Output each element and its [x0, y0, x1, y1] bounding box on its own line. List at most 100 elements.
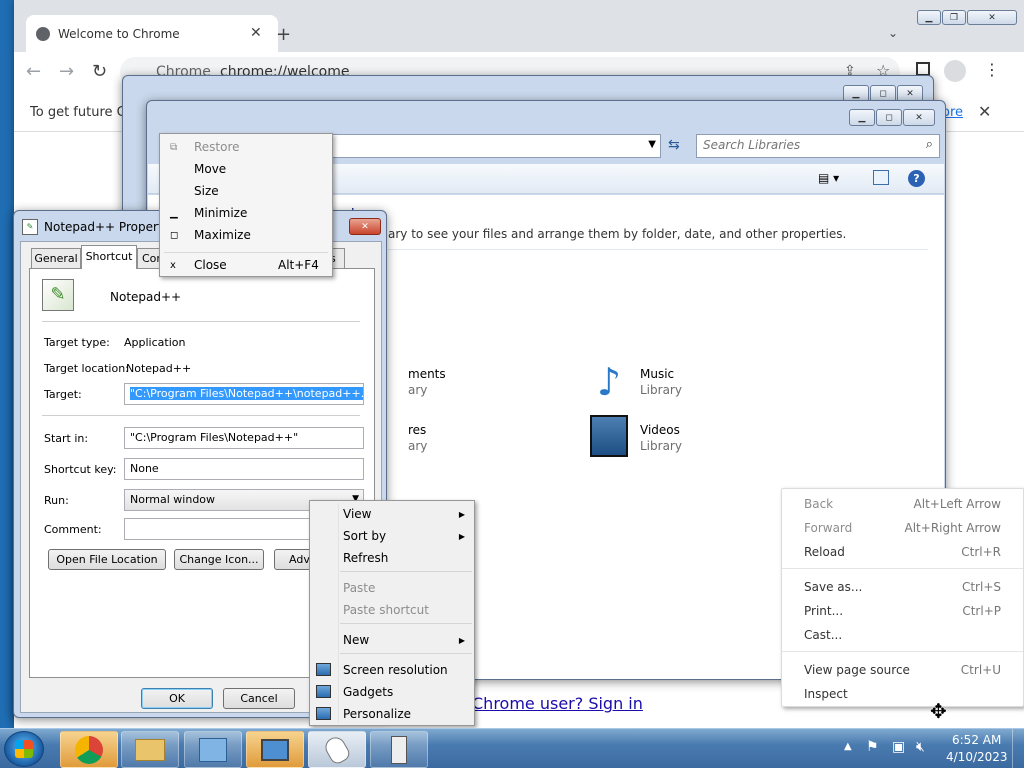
taskbar-notepadpp[interactable] [370, 731, 428, 768]
chrome-close-icon[interactable]: ✕ [967, 10, 1017, 25]
chrome-reload-icon[interactable]: ↻ [92, 61, 107, 82]
desktop-menu-item-label: Screen resolution [343, 663, 448, 677]
chrome-profile-icon[interactable] [944, 60, 966, 82]
desktop-menu-item-paste-shortcut[interactable]: Paste shortcut [310, 599, 474, 621]
desktop-menu-item-screen-resolution[interactable]: Screen resolution [310, 659, 474, 681]
desktop-menu-item-refresh[interactable]: Refresh [310, 547, 474, 569]
tab-general[interactable]: General [31, 248, 81, 268]
notepadpp-icon: ✎ [42, 279, 74, 311]
system-menu-item-size[interactable]: Size [160, 180, 332, 202]
tray-action-center-icon[interactable]: ⚑ [866, 739, 879, 755]
menu-separator [340, 571, 472, 572]
chrome-new-tab-icon[interactable]: + [276, 24, 291, 45]
preview-pane-icon[interactable] [873, 170, 889, 185]
system-menu-item-close[interactable]: x Close Alt+F4 [160, 254, 332, 276]
system-menu-item-label: Size [194, 184, 219, 198]
dialog-close-icon[interactable]: ✕ [349, 218, 381, 235]
chrome-menu-icon[interactable]: ⋮ [984, 60, 1000, 79]
help-icon[interactable]: ? [908, 170, 925, 187]
divider [42, 415, 360, 416]
open-file-location-button[interactable]: Open File Location [48, 549, 166, 570]
chrome-tab-title: Welcome to Chrome [58, 27, 180, 41]
gadgets-icon [316, 685, 331, 698]
library-item-name: Music [640, 367, 675, 381]
chrome-infobar-close-icon[interactable]: ✕ [978, 102, 991, 121]
chrome-signin-link[interactable]: Chrome user? Sign in [472, 694, 643, 713]
search-input[interactable] [703, 138, 903, 152]
library-item-type: Library [640, 383, 682, 397]
desktop-menu-item-new[interactable]: New ▶ [310, 629, 474, 651]
desktop-menu-item-label: Personalize [343, 707, 412, 721]
view-options-icon[interactable]: ▤ ▾ [818, 171, 839, 185]
library-item-name: Videos [640, 423, 680, 437]
clock-date[interactable]: 4/10/2023 [946, 750, 1008, 764]
ok-button[interactable]: OK [141, 688, 213, 709]
system-menu-item-restore[interactable]: ⧉ Restore [160, 136, 332, 158]
taskbar: ▲ ⚑ ▣ 🔇︎ 6:52 AM 4/10/2023 [0, 728, 1024, 768]
chevron-down-icon[interactable]: ▼ [648, 139, 656, 150]
menu-separator [782, 568, 1023, 569]
submenu-arrow-icon: ▶ [458, 635, 465, 645]
explorer-search-box[interactable]: ⌕ [696, 134, 940, 158]
desktop-menu-item-sort-by[interactable]: Sort by ▶ [310, 525, 474, 547]
chrome-tab[interactable]: Welcome to Chrome ✕ [26, 15, 278, 52]
maximize-icon[interactable]: ◻ [876, 109, 902, 126]
library-item-documents[interactable]: ments ary [408, 365, 528, 405]
tray-network-icon[interactable]: ▣ [892, 739, 905, 755]
chrome-menu-item-forward[interactable]: Forward Alt+Right Arrow [782, 517, 1023, 539]
library-item-name: ments [408, 367, 446, 381]
target-field-value: "C:\Program Files\Notepad++\notepad++.ex… [130, 387, 363, 400]
chrome-tab-search-icon[interactable]: ⌄ [888, 26, 898, 40]
chrome-menu-item-view-page-source[interactable]: View page source Ctrl+U [782, 659, 1023, 681]
tray-show-hidden-icon[interactable]: ▲ [844, 741, 852, 752]
system-menu-item-maximize[interactable]: ◻ Maximize [160, 224, 332, 246]
taskbar-chrome[interactable] [60, 731, 118, 768]
taskbar-display[interactable] [246, 731, 304, 768]
shortcut-key-field[interactable]: None [124, 458, 364, 480]
chrome-menu-item-label: View page source [804, 663, 910, 677]
chrome-menu-item-inspect[interactable]: Inspect [782, 683, 1023, 705]
library-item-videos[interactable]: Videos Library [586, 413, 746, 461]
taskbar-explorer[interactable] [121, 731, 179, 768]
tray-volume-muted-icon[interactable]: 🔇︎ [916, 739, 925, 755]
clock-time[interactable]: 6:52 AM [952, 733, 1001, 747]
cancel-button[interactable]: Cancel [223, 688, 295, 709]
chrome-minimize-icon[interactable]: ▁ [917, 10, 941, 25]
chrome-menu-item-shortcut: Ctrl+U [960, 663, 1001, 677]
change-icon-button[interactable]: Change Icon... [174, 549, 264, 570]
taskbar-control-panel[interactable] [184, 731, 242, 768]
show-desktop-button[interactable] [1012, 729, 1024, 768]
library-item-pictures[interactable]: res ary [408, 421, 528, 461]
system-menu-item-minimize[interactable]: ▁ Minimize [160, 202, 332, 224]
library-item-music[interactable]: ♪ Music Library [586, 359, 746, 407]
chrome-tab-close-icon[interactable]: ✕ [250, 25, 262, 41]
system-menu-item-move[interactable]: Move [160, 158, 332, 180]
chrome-menu-item-cast[interactable]: Cast... [782, 624, 1023, 646]
chrome-maximize-icon[interactable]: ❐ [942, 10, 966, 25]
chrome-sidepanel-icon[interactable] [916, 62, 930, 76]
desktop-menu-item-view[interactable]: View ▶ [310, 503, 474, 525]
chrome-menu-item-reload[interactable]: Reload Ctrl+R [782, 541, 1023, 563]
chrome-menu-item-print[interactable]: Print... Ctrl+P [782, 600, 1023, 622]
desktop-menu-item-personalize[interactable]: Personalize [310, 703, 474, 725]
chrome-infobar-text: To get future Go [30, 105, 135, 120]
library-item-type: ary [408, 439, 428, 453]
divider [42, 321, 360, 322]
minimize-icon[interactable]: ▁ [849, 109, 875, 126]
chrome-back-icon[interactable]: ← [26, 61, 41, 82]
desktop-menu-item-gadgets[interactable]: Gadgets [310, 681, 474, 703]
menu-glyph-icon: x [170, 259, 176, 271]
taskbar-mouse[interactable] [308, 731, 366, 768]
desktop[interactable]: Welcome to Chrome ✕ + ⌄ ▁ ❐ ✕ ← → ↻ Chro… [0, 0, 1024, 768]
desktop-menu-item-paste[interactable]: Paste [310, 577, 474, 599]
close-icon[interactable]: ✕ [903, 109, 935, 126]
target-field[interactable]: "C:\Program Files\Notepad++\notepad++.ex… [124, 383, 364, 405]
chrome-menu-item-save-as[interactable]: Save as... Ctrl+S [782, 576, 1023, 598]
tab-shortcut[interactable]: Shortcut [81, 245, 137, 269]
chrome-menu-item-back[interactable]: Back Alt+Left Arrow [782, 493, 1023, 515]
refresh-icon[interactable]: ⇆ [668, 137, 680, 153]
start-in-field[interactable]: "C:\Program Files\Notepad++" [124, 427, 364, 449]
music-icon: ♪ [596, 360, 622, 404]
chrome-forward-icon[interactable]: → [59, 61, 74, 82]
start-button[interactable] [4, 731, 44, 767]
